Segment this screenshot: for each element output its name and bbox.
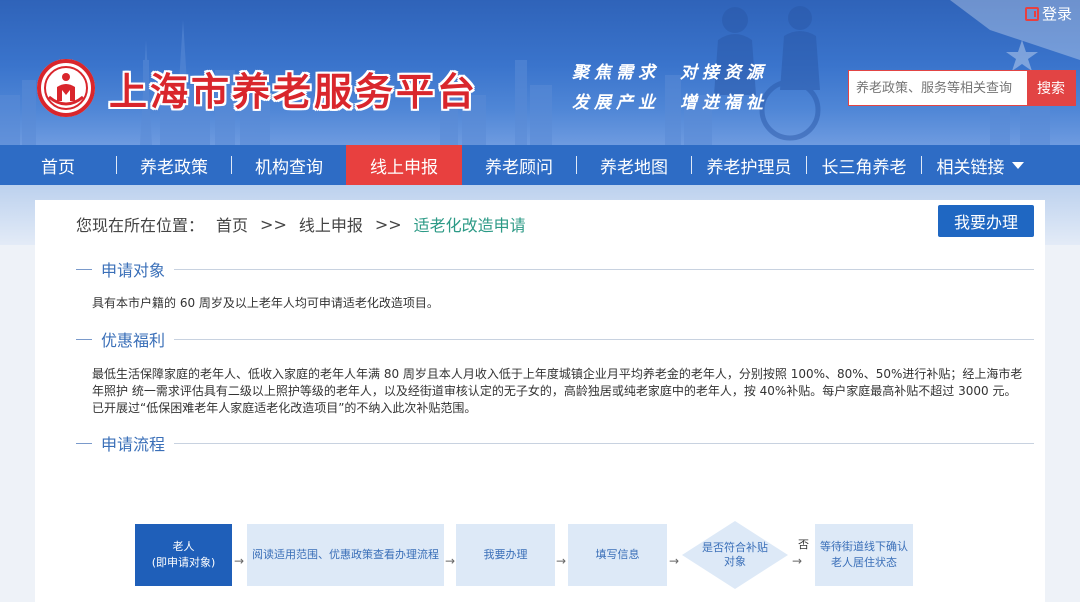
flow-decision: 是否符合补贴对象 — [681, 520, 789, 590]
search-input[interactable] — [849, 71, 1027, 105]
slogan-text: 发展产业 — [572, 93, 660, 113]
section-title-process: 申请流程 — [76, 433, 1034, 454]
flow-arrow: → — [792, 554, 803, 568]
breadcrumb: 您现在所在位置： 首页 >> 线上申报 >> 适老化改造申请 — [76, 212, 526, 236]
nav-item-label: 机构查询 — [255, 157, 323, 178]
slogan-text: 对接资源 — [680, 63, 768, 83]
site-title: 上海市养老服务平台 — [109, 68, 479, 114]
section-dash — [76, 268, 92, 270]
flow-arrow: → — [556, 554, 567, 568]
section-title-label: 申请流程 — [101, 435, 166, 454]
breadcrumb-online-apply[interactable]: 线上申报 — [299, 212, 363, 236]
nav-item-institution[interactable]: 机构查询 — [232, 145, 346, 185]
header-banner: 登录 上海市养老服务平台 聚焦需求对接资源 发展产业增进福祉 搜索 — [0, 0, 1080, 145]
search-box: 搜索 — [848, 70, 1076, 106]
site-logo[interactable]: 上海市养老服务平台 — [35, 57, 478, 119]
login-icon — [1024, 6, 1039, 21]
nav-item-label: 养老顾问 — [485, 157, 553, 178]
nav-item-label: 相关链接 — [936, 157, 1005, 178]
flow-step-read: 阅读适用范围、优惠政策查看办理流程 — [247, 524, 444, 586]
flow-no-label: 否 — [798, 538, 809, 551]
breadcrumb-separator: >> — [260, 214, 287, 234]
apply-button[interactable]: 我要办理 — [938, 205, 1034, 237]
nav-item-map[interactable]: 养老地图 — [577, 145, 691, 185]
section-dash — [76, 442, 92, 444]
section-title-label: 优惠福利 — [101, 331, 166, 350]
section-title-label: 申请对象 — [101, 261, 166, 280]
section-rule — [174, 442, 1034, 444]
nav-item-advisor[interactable]: 养老顾问 — [462, 145, 576, 185]
nav-item-home[interactable]: 首页 — [0, 145, 116, 185]
nav-item-label: 线上申报 — [370, 157, 438, 178]
slogan-text: 增进福祉 — [680, 93, 768, 113]
flow-start-line-2: (即申请对象) — [151, 556, 216, 569]
section-rule — [174, 338, 1034, 340]
nav-item-yangtze-delta[interactable]: 长三角养老 — [807, 145, 921, 185]
nav-item-caregiver[interactable]: 养老护理员 — [692, 145, 806, 185]
process-flowchart: 老人 (即申请对象) → 阅读适用范围、优惠政策查看办理流程 → 我要办理 → … — [35, 515, 1045, 595]
elderly-care-emblem-icon — [37, 59, 95, 117]
breadcrumb-separator: >> — [374, 214, 402, 234]
chevron-down-icon — [1011, 161, 1024, 169]
slogan-line-2: 发展产业 增进福祉 — [572, 88, 788, 118]
slogan-line-1: 聚焦需求 对接资源 — [572, 58, 788, 88]
nav-item-label: 养老护理员 — [706, 157, 792, 178]
login-label: 登录 — [1041, 5, 1072, 23]
breadcrumb-home[interactable]: 首页 — [216, 212, 248, 236]
nav-item-label: 养老政策 — [140, 157, 208, 178]
search-button[interactable]: 搜索 — [1027, 71, 1075, 105]
flow-start-box: 老人 (即申请对象) — [135, 524, 232, 586]
flow-arrow: → — [669, 554, 680, 568]
main-content: 您现在所在位置： 首页 >> 线上申报 >> 适老化改造申请 我要办理 申请对象… — [35, 200, 1045, 602]
flow-start-line-1: 老人 — [172, 540, 195, 553]
login-link[interactable]: 登录 — [1024, 3, 1072, 24]
section-title-benefits: 优惠福利 — [76, 329, 1034, 350]
nav-item-label: 养老地图 — [600, 157, 668, 178]
nav-item-label: 长三角养老 — [821, 157, 907, 178]
slogan-text: 聚焦需求 — [572, 63, 660, 83]
section-body-benefits: 最低生活保障家庭的老年人、低收入家庭的老年人年满 80 周岁且本人月收入低于上年… — [92, 367, 1023, 415]
flow-step-fill-info: 填写信息 — [568, 524, 667, 586]
flow-decision-label: 是否符合补贴对象 — [702, 541, 768, 568]
nav-item-related-links[interactable]: 相关链接 — [922, 145, 1038, 185]
nav-item-label: 首页 — [41, 157, 75, 178]
flow-arrow: → — [234, 554, 245, 568]
flow-arrow: → — [445, 554, 456, 568]
section-title-applicant: 申请对象 — [76, 259, 1034, 280]
breadcrumb-current: 适老化改造申请 — [413, 216, 526, 235]
section-body-applicant: 具有本市户籍的 60 周岁及以上老年人均可申请适老化改造项目。 — [92, 296, 439, 310]
breadcrumb-prefix: 您现在所在位置： — [76, 216, 205, 235]
main-nav: 首页 养老政策 机构查询 线上申报 养老顾问 养老地图 养老护理员 长三角养老 … — [0, 145, 1080, 185]
slogan: 聚焦需求 对接资源 发展产业 增进福祉 — [572, 58, 788, 118]
flow-step-confirm: 等待街道线下确认老人居住状态 — [815, 524, 913, 586]
nav-item-policy[interactable]: 养老政策 — [117, 145, 231, 185]
section-dash — [76, 338, 92, 340]
nav-item-online-apply[interactable]: 线上申报 — [346, 145, 462, 185]
flow-step-apply: 我要办理 — [456, 524, 555, 586]
section-rule — [174, 268, 1034, 270]
